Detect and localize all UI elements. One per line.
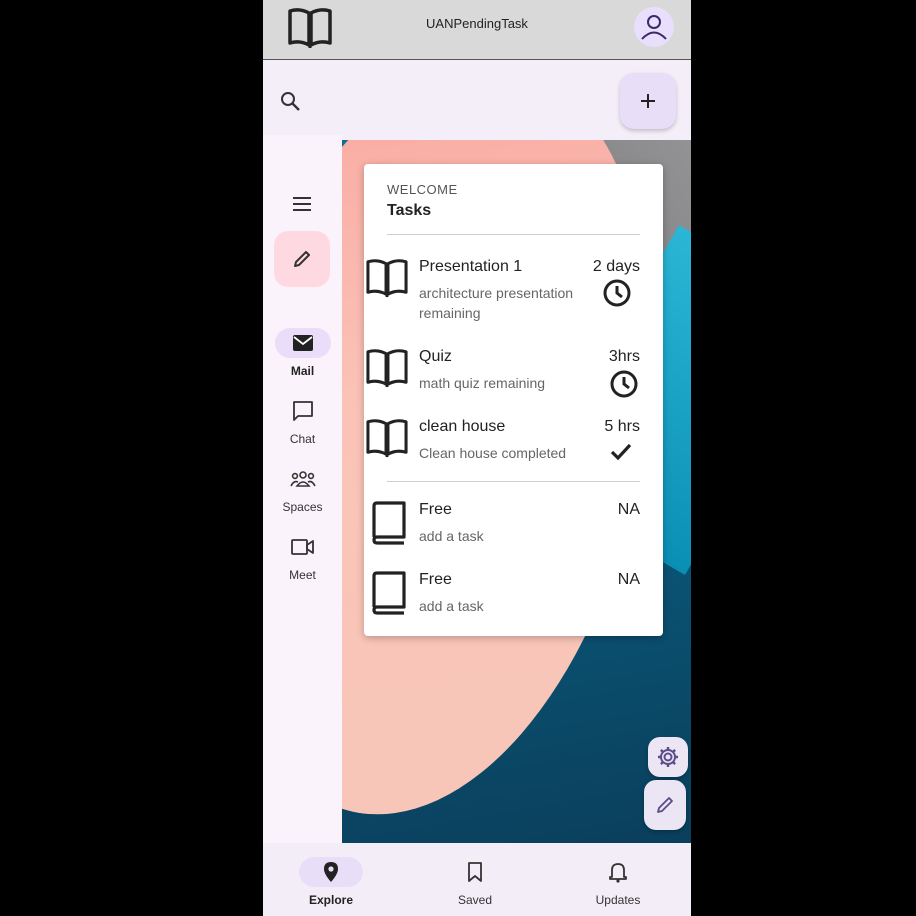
clock-icon xyxy=(610,370,638,398)
task-item[interactable]: Quiz math quiz remaining 3hrs xyxy=(364,348,663,398)
rail-item-chat[interactable]: Chat xyxy=(263,396,342,446)
open-book-icon xyxy=(366,349,408,388)
top-app-bar: UANPendingTask xyxy=(263,0,691,60)
closed-book-icon xyxy=(372,571,406,615)
nav-item-label: Explore xyxy=(308,893,353,907)
bookmark-icon xyxy=(468,862,482,882)
nav-item-updates[interactable]: Updates xyxy=(563,857,673,907)
task-time: 5 hrs xyxy=(604,418,640,435)
rail-item-indicator xyxy=(275,464,331,494)
chat-icon xyxy=(292,401,313,421)
add-button[interactable] xyxy=(620,73,676,129)
mail-icon xyxy=(292,335,313,351)
task-name: clean house xyxy=(419,418,506,435)
free-slot-item[interactable]: Free add a task NA xyxy=(364,571,663,621)
task-time: NA xyxy=(617,571,640,588)
task-description: math quiz remaining xyxy=(419,375,546,391)
bottom-navigation: Explore Saved Updates xyxy=(263,843,691,916)
rail-item-label: Meet xyxy=(289,568,316,582)
task-time: 2 days xyxy=(592,258,640,275)
rail-item-indicator xyxy=(275,532,331,562)
search-icon[interactable] xyxy=(279,90,301,112)
nav-item-indicator xyxy=(299,857,363,887)
card-overline: WELCOME xyxy=(387,182,458,197)
bell-icon xyxy=(609,863,627,883)
divider xyxy=(387,481,640,482)
gear-icon xyxy=(658,747,678,767)
rail-item-indicator xyxy=(274,328,331,358)
task-time: 3hrs xyxy=(608,348,640,365)
nav-item-indicator xyxy=(443,857,507,887)
nav-item-label: Updates xyxy=(595,893,641,907)
task-description: architecture presentation remaining xyxy=(419,285,574,321)
settings-button[interactable] xyxy=(648,737,688,777)
free-slot-item[interactable]: Free add a task NA xyxy=(364,501,663,551)
pencil-icon xyxy=(657,797,673,813)
rail-item-mail[interactable]: Mail xyxy=(263,328,342,378)
rail-item-indicator xyxy=(275,396,331,426)
person-icon xyxy=(641,15,667,40)
compose-button[interactable] xyxy=(274,231,330,287)
avatar[interactable] xyxy=(634,7,674,47)
search-bar xyxy=(263,60,691,140)
tasks-card: WELCOME Tasks Presentation 1 architectur… xyxy=(364,164,663,636)
app-screen: UANPendingTask Mail Chat Spaces Meet WEL… xyxy=(263,0,691,916)
menu-icon[interactable] xyxy=(291,195,313,213)
nav-item-explore[interactable]: Explore xyxy=(276,857,386,907)
task-name: Quiz xyxy=(419,348,452,365)
task-description: add a task xyxy=(419,598,484,614)
nav-item-saved[interactable]: Saved xyxy=(420,857,530,907)
open-book-icon xyxy=(366,259,408,298)
closed-book-icon xyxy=(372,501,406,545)
rail-item-label: Chat xyxy=(289,432,316,446)
task-item[interactable]: Presentation 1 architecture presentation… xyxy=(364,258,663,322)
task-name: Free xyxy=(419,501,452,518)
rail-item-meet[interactable]: Meet xyxy=(263,532,342,582)
task-name: Free xyxy=(419,571,452,588)
navigation-rail: Mail Chat Spaces Meet xyxy=(263,135,342,843)
task-name: Presentation 1 xyxy=(419,258,523,275)
rail-item-spaces[interactable]: Spaces xyxy=(263,464,342,514)
check-icon xyxy=(610,443,632,461)
task-description: add a task xyxy=(419,528,484,544)
app-title: UANPendingTask xyxy=(426,16,528,31)
pencil-icon xyxy=(294,251,310,267)
divider xyxy=(387,234,640,235)
card-heading: Tasks xyxy=(387,202,432,219)
spaces-icon xyxy=(289,471,316,487)
clock-icon xyxy=(603,279,631,307)
rail-item-label: Spaces xyxy=(282,500,323,514)
location-pin-icon xyxy=(324,862,338,882)
open-book-icon xyxy=(366,419,408,458)
nav-item-indicator xyxy=(586,857,650,887)
video-camera-icon xyxy=(290,539,314,555)
task-item[interactable]: clean house Clean house completed 5 hrs xyxy=(364,418,663,468)
rail-item-label: Mail xyxy=(290,364,315,378)
task-description: Clean house completed xyxy=(419,445,567,461)
task-time: NA xyxy=(617,501,640,518)
edit-fab[interactable] xyxy=(644,780,686,830)
plus-icon xyxy=(641,94,655,108)
nav-item-label: Saved xyxy=(457,893,493,907)
